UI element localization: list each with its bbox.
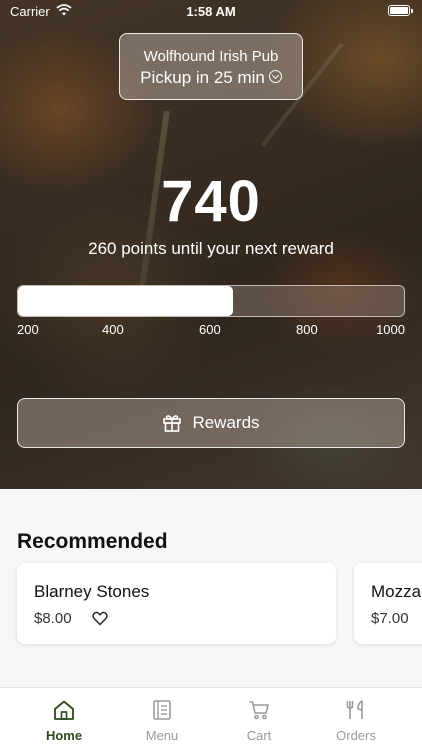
recommended-item-card[interactable]: Blarney Stones $8.00 xyxy=(17,563,336,644)
points-caption: 260 points until your next reward xyxy=(88,239,334,258)
battery-icon xyxy=(388,5,413,16)
tab-home[interactable]: Home xyxy=(11,688,117,750)
progress-tick-label: 200 xyxy=(17,322,39,337)
tab-orders[interactable]: Orders xyxy=(303,688,409,750)
orders-icon xyxy=(346,700,363,719)
tab-cart[interactable]: Cart xyxy=(206,688,312,750)
points-balance: 740 xyxy=(161,169,261,234)
progress-tick-label: 600 xyxy=(199,322,221,337)
progress-scale: 200 400 600 800 1000 xyxy=(17,322,405,338)
tab-label: Orders xyxy=(336,728,376,743)
item-name: Mozza xyxy=(371,582,422,601)
rewards-progress-bar xyxy=(17,285,405,317)
tab-label: Menu xyxy=(145,728,179,743)
progress-tick-label: 1000 xyxy=(376,322,405,337)
status-time: 1:58 AM xyxy=(186,4,236,19)
recommended-heading: Recommended xyxy=(17,530,168,553)
cart-icon xyxy=(249,701,269,720)
rewards-button[interactable]: Rewards xyxy=(17,398,405,448)
item-name: Blarney Stones xyxy=(34,582,150,601)
tab-menu[interactable]: Menu xyxy=(109,688,215,750)
tab-bar: Home Menu Cart Orders xyxy=(0,687,422,750)
item-price: $7.00 xyxy=(371,610,409,627)
progress-tick-label: 400 xyxy=(102,322,124,337)
recommended-item-card[interactable]: Mozza $7.00 xyxy=(354,563,422,644)
rewards-button-label: Rewards xyxy=(192,413,260,432)
menu-icon xyxy=(153,700,171,720)
chevron-down-icon xyxy=(268,70,282,83)
status-bar: Carrier 1:58 AM xyxy=(0,0,422,22)
app-screen: Carrier 1:58 AM Wolfhound Irish Pub Pick… xyxy=(0,0,422,750)
tab-label: Cart xyxy=(246,728,272,743)
gift-icon xyxy=(163,415,182,432)
store-name: Wolfhound Irish Pub xyxy=(143,48,279,65)
progress-tick-label: 800 xyxy=(296,322,318,337)
rewards-progress-fill xyxy=(18,286,233,316)
pickup-selector[interactable]: Wolfhound Irish Pub Pickup in 25 min xyxy=(119,33,303,100)
home-icon xyxy=(54,700,74,720)
tab-label: Home xyxy=(45,728,83,743)
heart-icon[interactable] xyxy=(92,611,108,626)
pickup-time: Pickup in 25 min xyxy=(120,68,302,88)
item-price: $8.00 xyxy=(34,610,72,627)
